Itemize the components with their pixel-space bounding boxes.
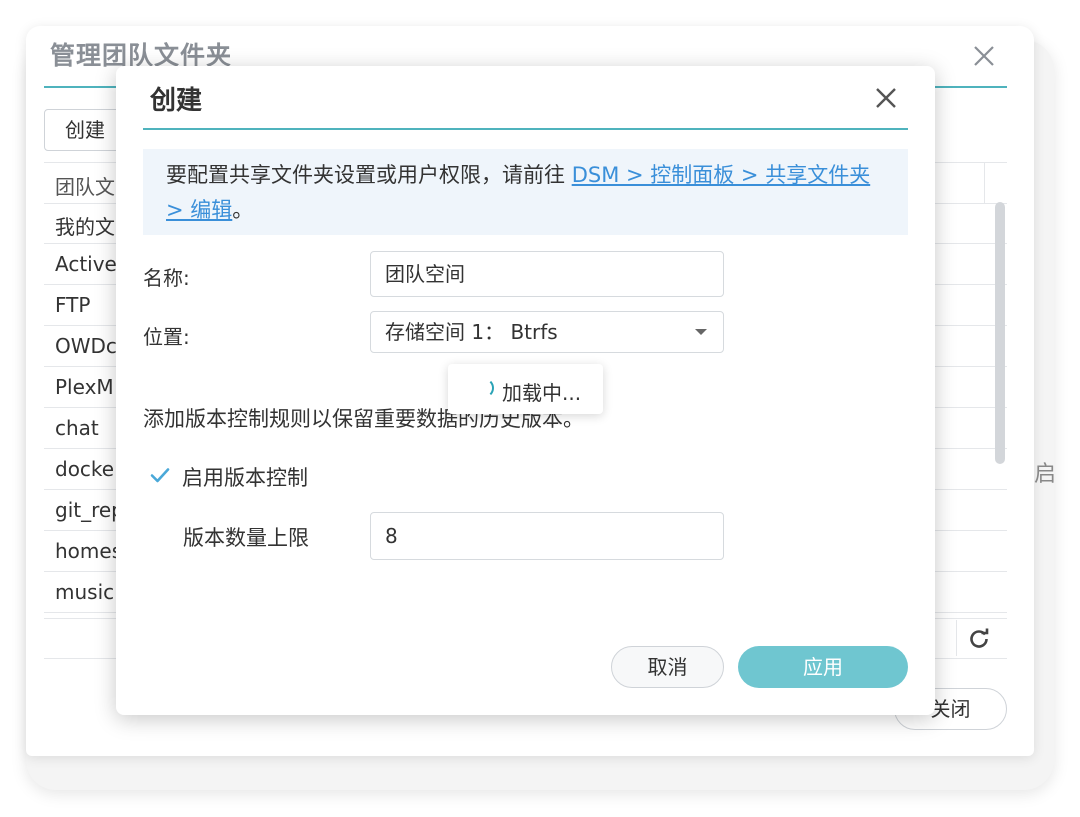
outer-close-icon[interactable] <box>968 40 1000 72</box>
row-label: homes <box>55 539 123 563</box>
row-label: Active <box>55 252 117 276</box>
table-scrollbar[interactable] <box>995 202 1005 464</box>
version-limit-field[interactable]: 8 <box>370 512 724 560</box>
info-banner: 要配置共享文件夹设置或用户权限，请前往 DSM > 控制面板 > 共享文件夹 >… <box>143 149 908 235</box>
info-suffix: 。 <box>232 198 254 222</box>
column-divider <box>984 163 985 203</box>
row-label: docke <box>55 457 115 481</box>
loading-text: 加载中... <box>502 381 582 405</box>
outer-create-button[interactable]: 创建 <box>44 109 124 151</box>
version-limit-value: 8 <box>385 524 398 548</box>
row-label: chat <box>55 416 99 440</box>
enable-version-label[interactable]: 启用版本控制 <box>182 462 308 492</box>
name-value: 团队空间 <box>385 262 465 286</box>
refresh-icon[interactable] <box>966 626 992 652</box>
spinner-icon <box>474 378 494 398</box>
column-header-team-folder[interactable]: 团队文 <box>55 171 115 200</box>
enable-version-checkbox[interactable] <box>148 463 172 487</box>
outer-partial-text: 启 <box>1034 462 1057 487</box>
row-label: OWDc <box>55 334 117 358</box>
name-label: 名称: <box>143 266 190 290</box>
row-label: git_rep <box>55 498 124 522</box>
location-dropdown[interactable]: 存储空间 1： Btrfs <box>370 311 724 353</box>
location-value: 存储空间 1： Btrfs <box>385 320 558 344</box>
location-label: 位置: <box>143 325 190 349</box>
row-label: music <box>55 580 115 604</box>
info-text: 要配置共享文件夹设置或用户权限，请前往 <box>166 163 572 187</box>
name-field[interactable]: 团队空间 <box>370 251 724 297</box>
apply-button[interactable]: 应用 <box>738 646 908 688</box>
version-limit-label: 版本数量上限 <box>183 526 309 550</box>
cancel-button[interactable]: 取消 <box>611 646 724 688</box>
row-label: PlexM <box>55 375 114 399</box>
chevron-down-icon <box>695 329 707 335</box>
dialog-title: 创建 <box>150 86 203 116</box>
row-label: FTP <box>55 293 91 317</box>
loading-tooltip: 加载中... <box>448 364 603 414</box>
dialog-title-rule <box>143 128 908 130</box>
refresh-separator <box>956 620 957 656</box>
dialog-close-icon[interactable] <box>870 82 902 114</box>
row-label: 我的文 <box>55 215 115 239</box>
